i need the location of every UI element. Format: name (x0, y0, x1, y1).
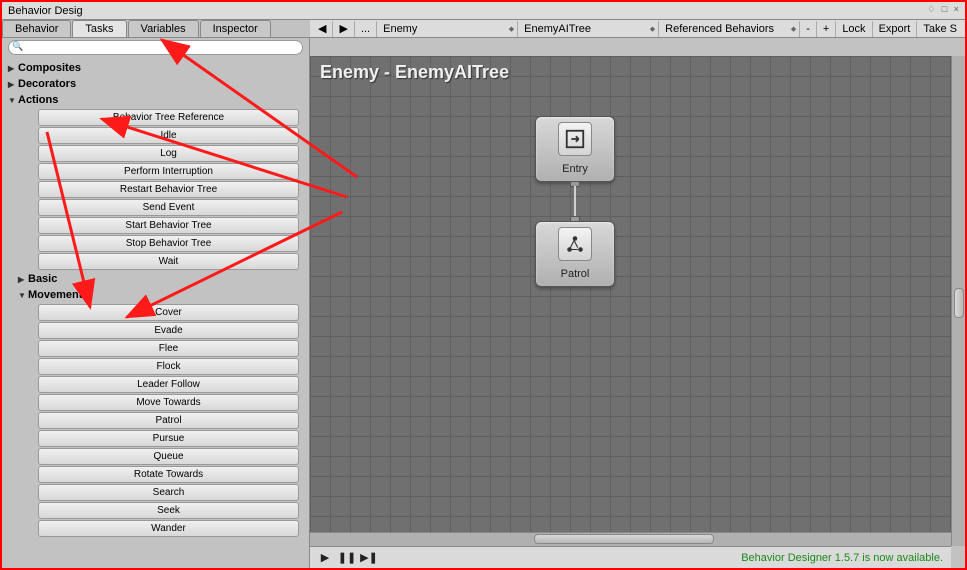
graph-canvas[interactable]: Enemy - EnemyAITree Entry Patrol (310, 56, 951, 532)
screenshot-button[interactable]: Take S (917, 21, 963, 37)
group-movement[interactable]: ▼Movement (8, 287, 303, 303)
task-item[interactable]: Evade (38, 322, 299, 339)
node-label: Entry (536, 161, 614, 181)
task-item[interactable]: Move Towards (38, 394, 299, 411)
task-item[interactable]: Seek (38, 502, 299, 519)
patrol-icon (558, 227, 592, 261)
task-item[interactable]: Wait (38, 253, 299, 270)
minus-button[interactable]: - (800, 21, 817, 37)
group-basic[interactable]: ▶Basic (8, 271, 303, 287)
task-item[interactable]: Wander (38, 520, 299, 537)
vertical-scrollbar[interactable] (951, 56, 965, 546)
chevron-down-icon: ▼ (18, 291, 28, 300)
tab-inspector[interactable]: Inspector (200, 20, 271, 37)
task-tree: ▶Composites ▶Decorators ▼Actions Behavio… (2, 58, 309, 568)
lock-button[interactable]: Lock (836, 21, 872, 37)
horizontal-scrollbar[interactable] (310, 532, 951, 546)
task-item[interactable]: Restart Behavior Tree (38, 181, 299, 198)
canvas-title: Enemy - EnemyAITree (320, 62, 509, 83)
node-entry[interactable]: Entry (535, 116, 615, 182)
entry-icon (558, 122, 592, 156)
task-item[interactable]: Perform Interruption (38, 163, 299, 180)
nav-prev-button[interactable]: ◀ (312, 21, 333, 37)
step-button[interactable]: ▶❚ (358, 549, 380, 567)
task-item[interactable]: Search (38, 484, 299, 501)
play-button[interactable]: ▶ (314, 549, 336, 567)
group-composites[interactable]: ▶Composites (8, 60, 303, 76)
task-item[interactable]: Start Behavior Tree (38, 217, 299, 234)
task-item[interactable]: Rotate Towards (38, 466, 299, 483)
search-input[interactable] (8, 40, 303, 55)
group-actions[interactable]: ▼Actions (8, 92, 303, 108)
canvas-area: Enemy - EnemyAITree Entry Patrol (310, 38, 965, 568)
task-item[interactable]: Send Event (38, 199, 299, 216)
node-patrol[interactable]: Patrol (535, 221, 615, 287)
status-text: Behavior Designer 1.5.7 is now available… (741, 552, 943, 564)
tab-behavior[interactable]: Behavior (2, 20, 71, 37)
task-item[interactable]: Stop Behavior Tree (38, 235, 299, 252)
chevron-right-icon: ▶ (8, 80, 18, 89)
toolbar: ◀ ▶ ... Enemy EnemyAITree Referenced Beh… (310, 20, 965, 38)
chevron-right-icon: ▶ (8, 64, 18, 73)
task-item[interactable]: Queue (38, 448, 299, 465)
scrollbar-thumb[interactable] (954, 288, 964, 318)
nav-more-button[interactable]: ... (355, 21, 377, 37)
task-item[interactable]: Leader Follow (38, 376, 299, 393)
task-item[interactable]: Patrol (38, 412, 299, 429)
nav-next-button[interactable]: ▶ (333, 21, 354, 37)
task-item[interactable]: Log (38, 145, 299, 162)
window-controls[interactable]: ♢ □ × (927, 4, 961, 15)
chevron-down-icon: ▼ (8, 96, 18, 105)
node-label: Patrol (536, 266, 614, 286)
task-item[interactable]: Cover (38, 304, 299, 321)
task-item[interactable]: Behavior Tree Reference (38, 109, 299, 126)
window-title: Behavior Desig (8, 5, 83, 17)
export-button[interactable]: Export (873, 21, 918, 37)
playback-row: ▶ ❚❚ ▶❚ Behavior Designer 1.5.7 is now a… (310, 546, 951, 568)
window-titlebar: Behavior Desig ♢ □ × (2, 2, 965, 20)
pause-button[interactable]: ❚❚ (336, 549, 358, 567)
target-dropdown[interactable]: Enemy (377, 21, 518, 37)
input-port[interactable] (570, 216, 580, 222)
tree-dropdown[interactable]: EnemyAITree (518, 21, 659, 37)
task-item[interactable]: Pursue (38, 430, 299, 447)
referenced-dropdown[interactable]: Referenced Behaviors (659, 21, 800, 37)
task-item[interactable]: Flock (38, 358, 299, 375)
tab-tasks[interactable]: Tasks (72, 20, 126, 37)
group-decorators[interactable]: ▶Decorators (8, 76, 303, 92)
scrollbar-thumb[interactable] (534, 534, 714, 544)
task-item[interactable]: Idle (38, 127, 299, 144)
tab-variables[interactable]: Variables (128, 20, 199, 37)
search-wrap (2, 38, 309, 58)
plus-button[interactable]: + (817, 21, 836, 37)
task-item[interactable]: Flee (38, 340, 299, 357)
chevron-right-icon: ▶ (18, 275, 28, 284)
sidebar: ▶Composites ▶Decorators ▼Actions Behavio… (2, 38, 310, 568)
